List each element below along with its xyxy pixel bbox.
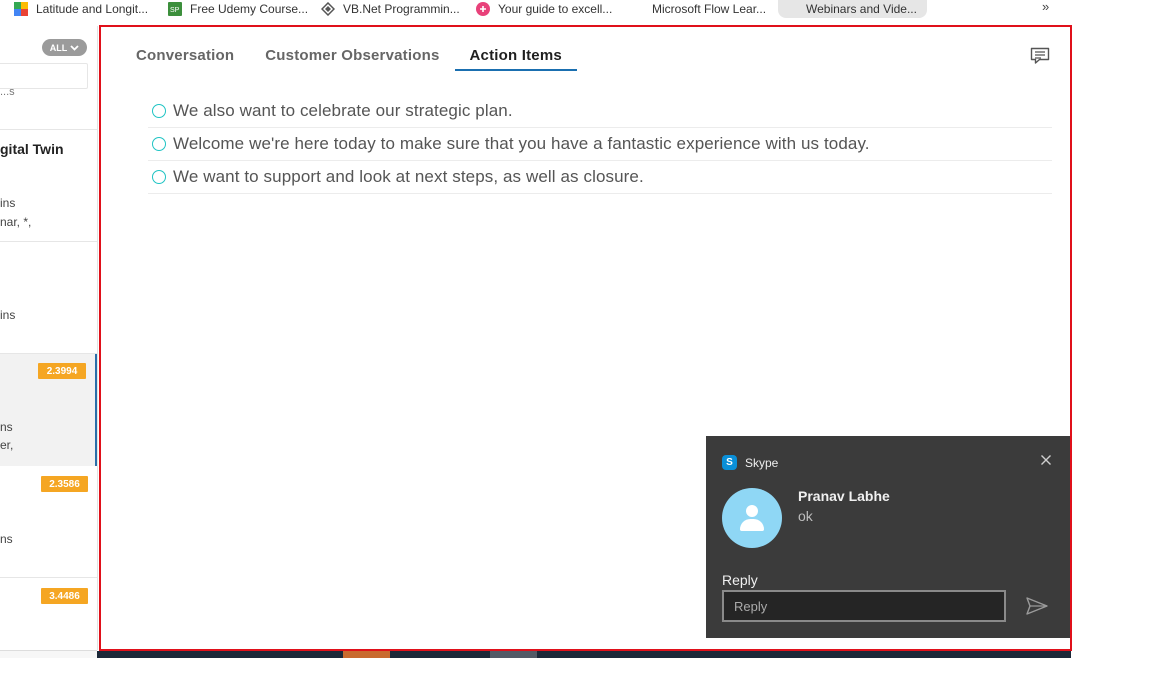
- bookmark-label: Webinars and Vide...: [806, 2, 917, 16]
- filter-all-dropdown[interactable]: ALL: [42, 39, 87, 56]
- score-badge: 2.3994: [38, 363, 86, 379]
- chevron-down-icon: [70, 44, 79, 51]
- action-item[interactable]: Welcome we're here today to make sure th…: [148, 128, 1052, 161]
- selection-indicator: [95, 354, 97, 466]
- svg-text:SP: SP: [170, 7, 180, 14]
- list-item-fragment: nar, *,: [0, 215, 32, 229]
- divider: [0, 577, 97, 578]
- reply-input[interactable]: [722, 590, 1006, 622]
- avatar: [722, 488, 782, 548]
- vbnet-icon: [320, 1, 336, 17]
- list-item-fragment: ins: [0, 196, 16, 210]
- tab-customer-observations[interactable]: Customer Observations: [264, 47, 454, 71]
- taskbar-item: [343, 651, 390, 658]
- list-item-fragment: ins: [0, 308, 16, 322]
- action-item[interactable]: We also want to celebrate our strategic …: [148, 95, 1052, 128]
- score-badge: 3.4486: [41, 588, 88, 604]
- bookmark-latitude[interactable]: Latitude and Longit...: [14, 0, 148, 18]
- action-item-text: We also want to celebrate our strategic …: [173, 101, 513, 120]
- skype-icon: S: [722, 455, 737, 470]
- message-text: ok: [798, 508, 813, 524]
- bookmarks-bar: Latitude and Longit... SP Free Udemy Cou…: [0, 0, 1171, 18]
- maps-icon: [14, 2, 28, 16]
- microsoft-logo-icon: [630, 2, 644, 16]
- bookmark-udemy[interactable]: SP Free Udemy Course...: [168, 0, 308, 18]
- radio-circle-icon[interactable]: [152, 170, 166, 184]
- toast-app-name: Skype: [745, 455, 779, 470]
- taskbar-strip: [97, 651, 1071, 658]
- bookmark-guide[interactable]: Your guide to excell...: [476, 0, 612, 18]
- bookmark-label: Latitude and Longit...: [36, 2, 149, 16]
- avatar-body: [740, 519, 764, 531]
- action-item-text: We want to support and look at next step…: [173, 167, 644, 186]
- screen: Latitude and Longit... SP Free Udemy Cou…: [0, 0, 1171, 675]
- microsoft-logo-icon: [784, 2, 798, 16]
- tab-conversation[interactable]: Conversation: [135, 47, 249, 71]
- bookmark-label: Free Udemy Course...: [190, 2, 309, 16]
- reply-label: Reply: [722, 572, 758, 588]
- bookmark-flow[interactable]: Microsoft Flow Lear...: [630, 0, 766, 18]
- toast-app-header: S Skype: [722, 455, 778, 470]
- bookmark-label: VB.Net Programmin...: [343, 2, 460, 16]
- bookmark-vbnet[interactable]: VB.Net Programmin...: [320, 0, 460, 18]
- left-panel-bottom-edge: [0, 650, 97, 658]
- list-item-fragment: er,: [0, 438, 14, 452]
- avatar-head: [746, 505, 758, 517]
- action-item-text: Welcome we're here today to make sure th…: [173, 134, 870, 153]
- pink-plus-icon: [476, 2, 490, 16]
- tab-action-items[interactable]: Action Items: [454, 47, 577, 71]
- list-item-fragment: ns: [0, 420, 13, 434]
- left-list-panel: ALL ...s gital Twin ins nar, *, ins 2.39…: [0, 26, 98, 650]
- skype-notification[interactable]: S Skype Pranav Labhe ok Reply: [706, 436, 1070, 638]
- bookmark-label: Your guide to excell...: [498, 2, 613, 16]
- score-badge: 2.3586: [41, 476, 88, 492]
- action-item[interactable]: We want to support and look at next step…: [148, 161, 1052, 194]
- send-icon[interactable]: [1025, 596, 1049, 616]
- divider: [0, 241, 97, 242]
- list-item-fragment: ...s: [0, 86, 15, 98]
- bookmark-label: Microsoft Flow Lear...: [652, 2, 767, 16]
- filter-label: ALL: [49, 42, 68, 53]
- radio-circle-icon[interactable]: [152, 137, 166, 151]
- bookmark-webinars[interactable]: Webinars and Vide...: [778, 0, 927, 18]
- list-item-title[interactable]: gital Twin: [0, 141, 64, 157]
- tab-bar: Conversation Customer Observations Actio…: [135, 47, 577, 71]
- list-item-fragment: ns: [0, 532, 13, 546]
- radio-circle-icon[interactable]: [152, 104, 166, 118]
- close-icon[interactable]: [1038, 452, 1054, 468]
- taskbar-item: [490, 651, 537, 658]
- divider: [0, 129, 97, 130]
- sp-icon: SP: [168, 2, 182, 16]
- bookmarks-more-button[interactable]: »: [1042, 0, 1049, 14]
- sender-name: Pranav Labhe: [798, 488, 890, 504]
- action-items-list: We also want to celebrate our strategic …: [148, 95, 1052, 194]
- comment-icon[interactable]: [1030, 47, 1050, 65]
